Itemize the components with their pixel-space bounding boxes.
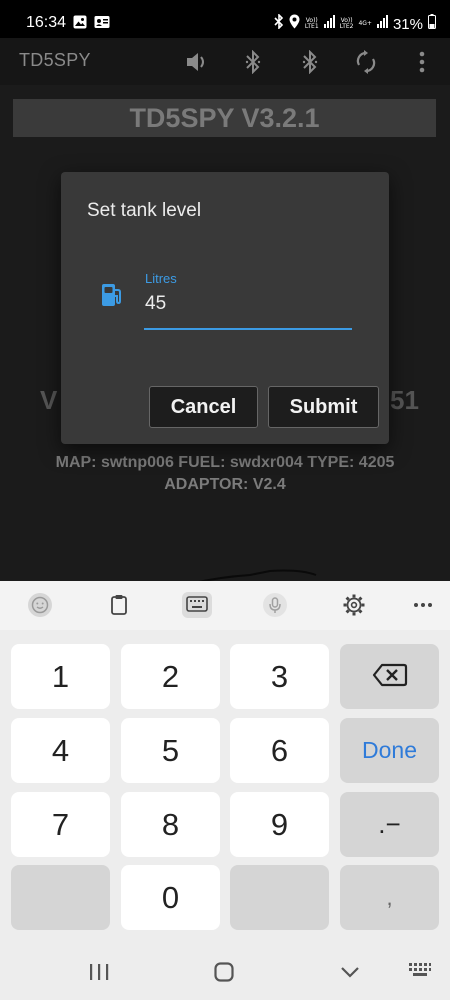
litres-input[interactable]: 45: [145, 293, 166, 315]
key-8[interactable]: 8: [121, 792, 220, 857]
signal-1-icon: [323, 15, 335, 33]
submit-button[interactable]: Submit: [268, 386, 379, 428]
key-2[interactable]: 2: [121, 644, 220, 709]
4g-label: 4G+: [358, 20, 372, 27]
background-value-left: V: [40, 385, 58, 415]
blank-key[interactable]: [230, 865, 329, 930]
status-bar: 16:34 Vo)) LTE1 Vo)) LTE2 4G+ 31%: [0, 0, 450, 38]
home-icon[interactable]: [210, 960, 238, 984]
lte1-label: Vo)) LTE1: [304, 17, 319, 30]
numeric-keyboard: 1 2 3 4 5 6 Done 7 8 9 .− 0 ,: [0, 581, 450, 944]
comma-key[interactable]: ,: [340, 865, 439, 930]
key-3[interactable]: 3: [230, 644, 329, 709]
clipboard-icon[interactable]: [103, 591, 135, 619]
bluetooth-icon[interactable]: [239, 48, 267, 76]
keyboard-hide-icon[interactable]: [406, 960, 434, 984]
backspace-icon: [372, 659, 408, 695]
battery-icon: [428, 14, 436, 34]
app-title: TD5SPY: [19, 50, 91, 70]
battery-percent: 31%: [392, 15, 423, 33]
adaptor-info-line: ADAPTOR: V2.4: [164, 476, 286, 493]
keyboard-toolbar: [0, 581, 450, 630]
status-icons: Vo)) LTE1 Vo)) LTE2 4G+ 31%: [274, 13, 436, 34]
lte2-label: Vo)) LTE2: [339, 17, 354, 30]
gallery-notification-icon: [73, 15, 87, 34]
more-horiz-icon[interactable]: [407, 591, 439, 619]
emoji-icon[interactable]: [24, 591, 56, 619]
dot-minus-key[interactable]: .−: [340, 792, 439, 857]
more-vert-icon[interactable]: [408, 48, 436, 76]
dialog-title: Set tank level: [87, 200, 202, 221]
back-icon[interactable]: [336, 960, 364, 984]
backspace-key[interactable]: [340, 644, 439, 709]
key-5[interactable]: 5: [121, 718, 220, 783]
fuel-pump-icon: [101, 283, 123, 312]
background-value-right: 51: [390, 385, 419, 415]
blank-key[interactable]: [11, 865, 110, 930]
done-key[interactable]: Done: [340, 718, 439, 783]
version-banner: TD5SPY V3.2.1: [13, 99, 436, 137]
key-0[interactable]: 0: [121, 865, 220, 930]
bluetooth-status-icon: [274, 13, 284, 34]
volume-icon[interactable]: [183, 48, 211, 76]
keyboard-layout-icon[interactable]: [181, 591, 213, 619]
key-9[interactable]: 9: [230, 792, 329, 857]
recents-icon[interactable]: [85, 960, 113, 984]
app-bar: TD5SPY: [0, 38, 450, 85]
key-1[interactable]: 1: [11, 644, 110, 709]
contact-card-notification-icon: [94, 15, 110, 34]
location-icon: [289, 14, 300, 34]
cancel-button[interactable]: Cancel: [149, 386, 258, 428]
key-6[interactable]: 6: [230, 718, 329, 783]
microphone-icon[interactable]: [259, 591, 291, 619]
set-tank-level-dialog: Set tank level Litres 45 Cancel Submit: [61, 172, 389, 444]
settings-icon[interactable]: [338, 591, 370, 619]
status-time: 16:34: [26, 14, 67, 31]
ecu-info-line: MAP: swtnp006 FUEL: swdxr004 TYPE: 4205: [55, 454, 395, 471]
key-4[interactable]: 4: [11, 718, 110, 783]
input-underline: [144, 328, 352, 330]
litres-label: Litres: [145, 271, 177, 286]
key-7[interactable]: 7: [11, 792, 110, 857]
bluetooth-icon[interactable]: [296, 48, 324, 76]
signal-2-icon: [376, 15, 388, 33]
sync-icon[interactable]: [352, 48, 380, 76]
navigation-bar: [0, 944, 450, 1000]
